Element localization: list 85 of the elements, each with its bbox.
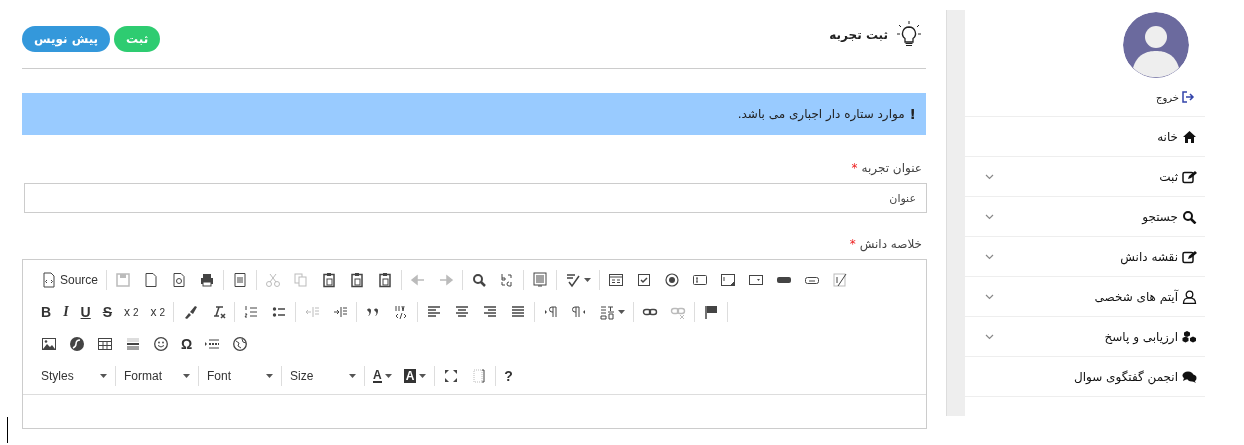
size-dropdown[interactable]: Size <box>284 365 362 387</box>
format-dropdown[interactable]: Format <box>118 365 196 387</box>
outdent-icon <box>304 304 321 320</box>
caret-icon <box>384 374 392 378</box>
font-dropdown[interactable]: Font <box>201 365 279 387</box>
maximize-icon <box>443 368 460 384</box>
anchor-icon <box>703 304 720 320</box>
textfield-icon <box>692 272 709 288</box>
toolbar-button[interactable]: Ω <box>175 333 199 355</box>
styles-dropdown[interactable]: Styles <box>35 365 113 387</box>
newpage-icon <box>143 272 160 288</box>
cut-icon <box>265 272 282 288</box>
pagebreak-icon <box>204 336 221 352</box>
selectall-icon <box>532 272 549 288</box>
select-icon <box>748 272 765 288</box>
undo-icon <box>410 272 427 288</box>
edit-icon <box>1182 169 1197 184</box>
spell-icon <box>565 272 582 288</box>
pasteword-icon <box>377 272 394 288</box>
logout-link[interactable]: خروج <box>1156 91 1179 103</box>
copy-icon <box>293 272 310 288</box>
indent-icon <box>332 304 349 320</box>
lightbulb-icon <box>896 20 922 48</box>
caret-icon <box>584 278 592 282</box>
templates-icon <box>232 272 249 288</box>
comments-icon <box>1182 369 1197 384</box>
center-icon <box>454 304 471 320</box>
text-color-button[interactable]: A <box>367 365 398 387</box>
checkbox-icon <box>636 272 653 288</box>
toolbar-button[interactable]: U <box>74 301 97 323</box>
caret-icon <box>618 310 626 314</box>
showblocks-icon <box>471 368 488 384</box>
toolbar-button[interactable]: B <box>35 301 58 323</box>
caret-icon <box>183 374 190 378</box>
background-color-button[interactable]: A <box>397 365 433 387</box>
avatar <box>1123 12 1189 78</box>
toolbar-button[interactable]: S <box>96 301 119 323</box>
title-field[interactable]: عنوان <box>24 183 927 213</box>
user-icon <box>1182 289 1197 304</box>
required-mark: * <box>851 161 858 175</box>
page-title: ثبت تجربه <box>829 28 888 42</box>
iframe-icon <box>232 336 249 352</box>
left-icon <box>426 304 443 320</box>
caret-icon <box>266 374 273 378</box>
language-icon <box>599 304 616 320</box>
table-icon <box>97 336 113 352</box>
paste-icon <box>321 272 338 288</box>
print-icon <box>199 272 216 288</box>
right-icon <box>482 304 499 320</box>
logout-icon <box>1182 91 1195 103</box>
cubes-icon <box>1182 329 1197 344</box>
rtl-icon <box>571 304 588 320</box>
copyformat-icon <box>182 304 199 320</box>
ltr-icon <box>543 304 560 320</box>
exclamation-icon: ! <box>909 106 916 122</box>
justify-icon <box>510 304 527 320</box>
smiley-icon <box>153 336 169 352</box>
save-icon <box>115 272 132 288</box>
caret-icon <box>100 374 107 378</box>
toolbar-button[interactable]: ? <box>498 365 519 387</box>
textarea-icon <box>720 272 737 288</box>
preview-icon <box>171 272 188 288</box>
caret-icon <box>419 374 427 378</box>
caret-icon <box>349 374 356 378</box>
toolbar-button[interactable]: I <box>57 301 75 323</box>
search-icon <box>1182 209 1197 224</box>
edit-icon <box>1182 249 1197 264</box>
hr-icon <box>125 336 141 352</box>
source-icon <box>41 272 57 288</box>
ol-icon <box>243 304 260 320</box>
source-button[interactable]: Source <box>35 269 105 291</box>
ul-icon <box>271 304 288 320</box>
home-icon <box>1182 129 1197 144</box>
image-icon <box>41 336 57 352</box>
radio-icon <box>664 272 681 288</box>
text-cursor <box>7 417 8 443</box>
required-mark: * <box>849 237 856 251</box>
flash-icon <box>69 336 85 352</box>
redo-icon <box>438 272 455 288</box>
form-icon <box>608 272 625 288</box>
alert-text: موارد ستاره دار اجباری می باشد. <box>737 107 905 121</box>
find-icon <box>471 272 488 288</box>
pastetext-icon <box>349 272 366 288</box>
field-label: خلاصه دانش <box>859 237 922 251</box>
field-label: عنوان تجربه <box>861 161 922 175</box>
